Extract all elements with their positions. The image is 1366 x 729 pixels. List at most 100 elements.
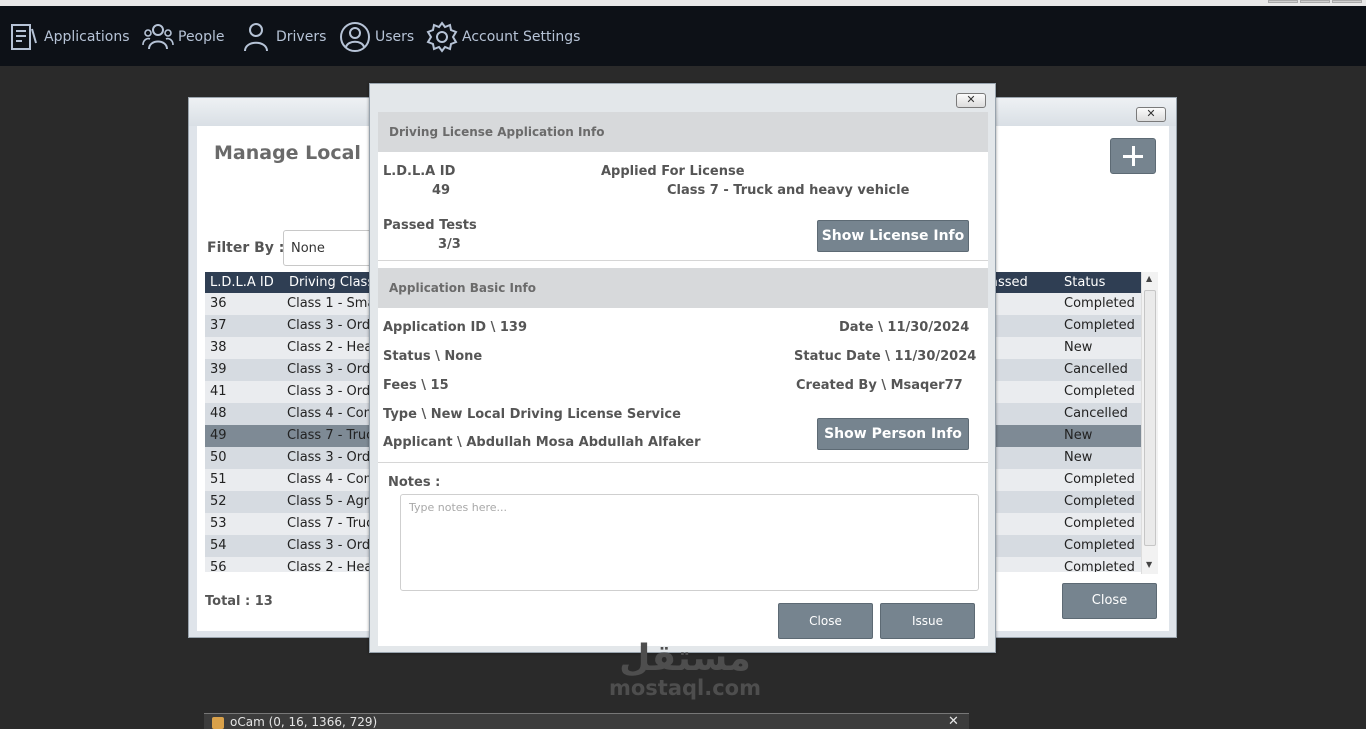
driver-icon (244, 23, 268, 52)
cell-status: Cancelled (1064, 406, 1128, 421)
cell-driving-class: Class 4 - Com (287, 472, 377, 487)
menu-drivers[interactable]: Drivers (240, 20, 326, 54)
watermark-latin: mostaql.com (609, 676, 761, 700)
maximize-button[interactable] (1300, 0, 1330, 3)
applied-for-license-label: Applied For License (601, 164, 745, 179)
ldla-id-label: L.D.L.A ID (383, 164, 456, 179)
cell-ldla-id: 38 (210, 340, 227, 355)
application-info-header: Driving License Application Info (378, 112, 988, 152)
cell-status: Completed (1064, 516, 1135, 531)
notes-input[interactable]: Type notes here... (400, 494, 979, 591)
cell-driving-class: Class 2 - Hea (287, 560, 373, 572)
menu-account-settings-label: Account Settings (462, 29, 581, 45)
menu-account-settings[interactable]: Account Settings (426, 20, 580, 54)
menu-people-label: People (178, 29, 225, 45)
ocam-close-icon[interactable]: ✕ (948, 714, 959, 729)
menu-applications[interactable]: Applications (8, 20, 130, 54)
user-icon (340, 22, 370, 52)
cell-driving-class: Class 4 - Com (287, 406, 377, 421)
cell-ldla-id: 49 (210, 428, 227, 443)
cell-driving-class: Class 7 - Truc (287, 428, 374, 443)
watermark-arabic: مستقل (619, 638, 751, 679)
basic-info-header: Application Basic Info (378, 268, 988, 308)
cell-driving-class: Class 3 - Ord (287, 362, 371, 377)
dialog-close-button[interactable]: Close (778, 603, 873, 639)
application-form-icon (11, 24, 37, 50)
cell-ldla-id: 39 (210, 362, 227, 377)
cell-status: Completed (1064, 472, 1135, 487)
scroll-down-icon[interactable]: ▼ (1146, 560, 1152, 569)
filter-label: Filter By : (207, 240, 285, 256)
manage-window-close-button[interactable]: ✕ (1136, 107, 1166, 122)
status-date-field: Statuc Date \ 11/30/2024 (794, 349, 977, 364)
gear-icon (426, 21, 458, 53)
application-type-field: Type \ New Local Driving License Service (383, 407, 681, 422)
cell-status: Completed (1064, 318, 1135, 333)
applicant-field: Applicant \ Abdullah Mosa Abdullah Alfak… (383, 435, 701, 450)
menu-applications-label: Applications (44, 29, 130, 45)
total-count: Total : 13 (205, 594, 273, 609)
notes-label: Notes : (388, 475, 441, 490)
cell-driving-class: Class 1 - Sma (287, 296, 376, 311)
issue-button[interactable]: Issue (880, 603, 975, 639)
applied-for-license-value: Class 7 - Truck and heavy vehicle (667, 183, 910, 198)
cell-driving-class: Class 3 - Ord (287, 450, 371, 465)
cell-status: Cancelled (1064, 362, 1128, 377)
cell-status: New (1064, 340, 1093, 355)
fees-field: Fees \ 15 (383, 378, 449, 393)
section-divider (378, 260, 988, 261)
cell-ldla-id: 54 (210, 538, 227, 553)
column-header-status[interactable]: Status (1064, 275, 1105, 290)
created-by-field: Created By \ Msaqer77 (796, 378, 963, 393)
ldla-id-value: 49 (432, 183, 451, 198)
basic-info-title: Application Basic Info (389, 281, 536, 295)
column-header-driving-class[interactable]: Driving Class (289, 275, 374, 290)
cell-ldla-id: 41 (210, 384, 227, 399)
menu-people[interactable]: People (142, 20, 225, 54)
cell-status: Completed (1064, 296, 1135, 311)
cell-ldla-id: 36 (210, 296, 227, 311)
menu-users[interactable]: Users (339, 20, 414, 54)
minimize-button[interactable] (1268, 0, 1298, 3)
dialog-body: Driving License Application Info L.D.L.A… (378, 112, 988, 646)
show-person-info-button[interactable]: Show Person Info (817, 418, 969, 450)
scroll-thumb[interactable] (1144, 290, 1156, 546)
cell-ldla-id: 37 (210, 318, 227, 333)
ocam-title: oCam (0, 16, 1366, 729) (230, 715, 378, 729)
menu-drivers-label: Drivers (276, 29, 327, 45)
scroll-up-icon[interactable]: ▲ (1146, 274, 1152, 283)
cell-status: Completed (1064, 538, 1135, 553)
watermark: مستقل mostaql.com (600, 638, 770, 700)
close-window-button[interactable] (1332, 0, 1362, 3)
application-id-field: Application ID \ 139 (383, 320, 528, 335)
passed-tests-value: 3/3 (438, 237, 461, 252)
cell-status: Completed (1064, 384, 1135, 399)
cell-driving-class: Class 3 - Ord (287, 538, 371, 553)
cell-ldla-id: 53 (210, 516, 227, 531)
page-title: Manage Local Dr (214, 142, 393, 164)
issue-license-dialog: ✕ Driving License Application Info L.D.L… (369, 83, 996, 653)
cell-ldla-id: 52 (210, 494, 227, 509)
manage-close-button[interactable]: Close (1062, 583, 1157, 619)
cell-status: New (1064, 450, 1093, 465)
cell-ldla-id: 56 (210, 560, 227, 572)
cell-status: Completed (1064, 560, 1135, 572)
table-scrollbar[interactable]: ▲ ▼ (1141, 272, 1158, 574)
section-divider (378, 462, 988, 463)
people-icon (142, 24, 174, 50)
show-license-info-button[interactable]: Show License Info (817, 220, 969, 252)
dialog-close-icon[interactable]: ✕ (956, 93, 986, 108)
application-status-field: Status \ None (383, 349, 483, 364)
column-header-ldla-id[interactable]: L.D.L.A ID (210, 275, 274, 290)
ocam-window-titlebar[interactable]: oCam (0, 16, 1366, 729) ✕ (204, 713, 969, 729)
cell-ldla-id: 50 (210, 450, 227, 465)
cell-status: New (1064, 428, 1093, 443)
passed-tests-label: Passed Tests (383, 218, 477, 233)
cell-status: Completed (1064, 494, 1135, 509)
cell-driving-class: Class 3 - Ord (287, 384, 371, 399)
cell-ldla-id: 51 (210, 472, 227, 487)
cell-ldla-id: 48 (210, 406, 227, 421)
application-info-title: Driving License Application Info (389, 125, 605, 139)
ocam-app-icon (212, 717, 224, 729)
add-application-button[interactable] (1110, 138, 1156, 174)
